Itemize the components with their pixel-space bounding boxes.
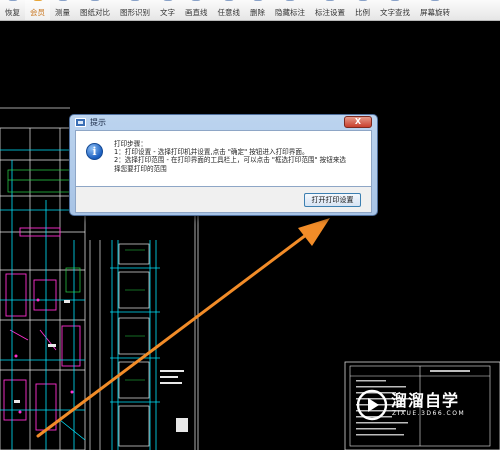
toolbar-label: 图纸对比 xyxy=(80,8,110,17)
toolbar-label: 任意线 xyxy=(217,8,241,17)
toolbar-item-measure[interactable]: 测量 xyxy=(50,0,75,20)
restore-icon xyxy=(7,0,18,1)
toolbar-item-freeline[interactable]: 任意线 xyxy=(213,0,246,20)
watermark-title: 溜溜自学 xyxy=(391,391,460,410)
toolbar-label: 测量 xyxy=(55,8,70,17)
info-icon: i xyxy=(86,143,103,160)
dialog-message: 打印步骤： 1：打印设置 - 选择打印机并设置,点击 "确定" 按钮进入打印界面… xyxy=(114,140,369,173)
watermark: 溜溜自学 ZIXUE.3D66.COM xyxy=(353,380,478,434)
rotate-icon xyxy=(430,0,440,1)
compare-icon xyxy=(90,0,100,1)
freeline-icon xyxy=(223,0,234,1)
recognize-icon xyxy=(130,0,140,1)
toolbar-item-delete[interactable]: 删除 xyxy=(245,0,270,20)
dialog-titlebar[interactable]: 提示 X xyxy=(70,115,377,130)
message-line: 打印步骤： xyxy=(114,140,147,148)
annotation-arrow xyxy=(36,218,330,438)
hide-icon xyxy=(285,0,295,1)
dialog-body: i 打印步骤： 1：打印设置 - 选择打印机并设置,点击 "确定" 按钮进入打印… xyxy=(75,130,372,187)
dialog-title: 提示 xyxy=(90,118,106,127)
search-icon xyxy=(390,0,400,1)
toolbar-item-text[interactable]: 文字 xyxy=(155,0,180,20)
toolbar-label: 文字 xyxy=(160,8,175,17)
message-line: 2：选择打印范围 - 在打印界面的工具栏上，可以点击 "框选打印范围" 按钮来选 xyxy=(114,156,347,165)
toolbar-item-find-text[interactable]: 文字查找 xyxy=(375,0,415,20)
toolbar-label: 标注设置 xyxy=(315,8,345,17)
toolbar-item-annotation-settings[interactable]: 标注设置 xyxy=(310,0,350,20)
play-logo-icon xyxy=(356,389,388,421)
print-hint-dialog: 提示 X i 打印步骤： 1：打印设置 - 选择打印机并设置,点击 "确定" 按… xyxy=(69,114,378,216)
toolbar-label: 恢复 xyxy=(5,8,20,17)
toolbar-label: 隐藏标注 xyxy=(275,8,305,17)
eraser-icon xyxy=(252,0,263,1)
toolbar-label: 会员 xyxy=(30,8,45,17)
line-icon xyxy=(191,0,202,1)
toolbar-item-member[interactable]: 会员 xyxy=(25,0,50,20)
toolbar-label: 画直线 xyxy=(185,8,208,17)
toolbar-label: 屏幕旋转 xyxy=(420,8,450,17)
toolbar: 恢复 会员 测量 图纸对比 图形识别 文字 画直线 任意线 删除 隐藏标注 标注… xyxy=(0,0,500,21)
toolbar-item-rotate-screen[interactable]: 屏幕旋转 xyxy=(415,0,455,20)
toolbar-item-compare[interactable]: 图纸对比 xyxy=(75,0,115,20)
toolbar-label: 图形识别 xyxy=(120,8,150,17)
watermark-subtitle: ZIXUE.3D66.COM xyxy=(392,410,466,417)
toolbar-label: 文字查找 xyxy=(380,8,410,17)
toolbar-item-scale[interactable]: 比例 xyxy=(350,0,375,20)
toolbar-label: 比例 xyxy=(355,8,370,17)
toolbar-item-restore[interactable]: 恢复 xyxy=(0,0,25,20)
crown-icon xyxy=(32,0,43,1)
close-button[interactable]: X xyxy=(344,116,372,128)
section-drawing xyxy=(89,240,188,450)
message-line: 择您要打印的范围 xyxy=(114,164,167,173)
toolbar-item-hide-annotation[interactable]: 隐藏标注 xyxy=(270,0,310,20)
settings-icon xyxy=(325,0,335,1)
app-icon xyxy=(75,118,86,127)
toolbar-item-line[interactable]: 画直线 xyxy=(180,0,213,20)
text-icon xyxy=(162,0,173,1)
scale-icon xyxy=(357,0,368,1)
toolbar-item-recognize[interactable]: 图形识别 xyxy=(115,0,155,20)
dialog-footer: 打开打印设置 xyxy=(75,187,372,213)
toolbar-label: 删除 xyxy=(250,8,265,17)
open-print-settings-button[interactable]: 打开打印设置 xyxy=(304,193,361,207)
ruler-icon xyxy=(57,0,68,1)
